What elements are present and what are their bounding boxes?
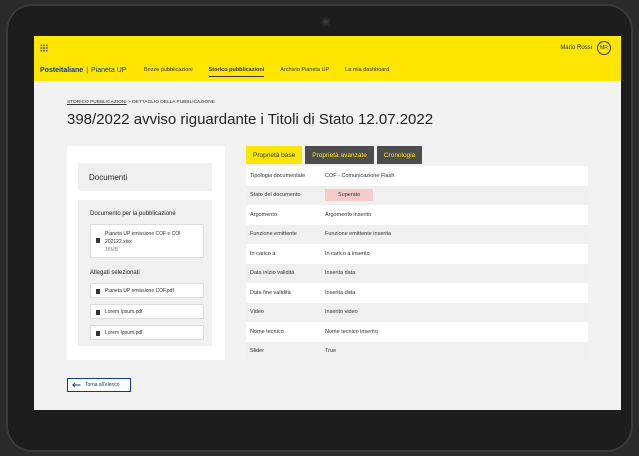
property-value: Inserita data — [325, 289, 356, 296]
property-value: Argomento inserito — [325, 211, 372, 218]
property-key: Nome tecnico — [250, 328, 284, 335]
main-nav: Bozze pubblicazioni Storico pubblicazion… — [144, 67, 389, 77]
breadcrumb-link-storico[interactable]: STORICO PUBBLICAZIONI — [67, 100, 127, 105]
property-key: Argomento — [250, 211, 277, 218]
status-badge: Superato — [325, 189, 374, 202]
attachment-name: Lorem Ipsum.pdf — [105, 330, 143, 336]
brand-logo[interactable]: Posteitaliane | Pianeta UP — [40, 67, 126, 74]
property-value: Nome tecnico inserito — [325, 328, 378, 335]
nav-item-archivio[interactable]: Archivio Pianeta UP — [280, 67, 329, 77]
property-value: Inserita data — [325, 270, 356, 277]
file-icon — [96, 289, 100, 294]
tab-proprieta-base[interactable]: Proprietà base — [246, 146, 303, 164]
property-value: COF - Comunicazione Flash — [325, 172, 395, 179]
brand-separator: | — [86, 67, 89, 74]
publication-heading: Documento per la pubblicazione — [90, 211, 176, 217]
brand-name: Posteitaliane — [40, 67, 84, 74]
nav-item-storico[interactable]: Storico pubblicazioni — [208, 67, 265, 77]
tab-cronologia[interactable]: Cronologia — [376, 146, 423, 164]
property-value: True — [325, 348, 337, 355]
property-key: Data fine validità — [250, 289, 291, 296]
property-row: In carico a In carico a inserito — [246, 244, 588, 264]
back-to-list-button[interactable]: Torna all'elenco — [67, 378, 131, 392]
file-icon — [96, 238, 100, 243]
arrow-left-icon — [72, 382, 81, 388]
main-file-card[interactable]: Pianeta UP emissione COF e COI 202122.xl… — [90, 224, 204, 258]
nav-item-bozze[interactable]: Bozze pubblicazioni — [144, 67, 193, 77]
file-icon — [96, 310, 100, 315]
property-key: Slider — [250, 348, 265, 355]
main-file-size: 15MB — [105, 247, 119, 253]
documents-header: Documenti — [78, 163, 212, 191]
attachment-name: Lorem Ipsum.pdf — [105, 309, 143, 315]
attachment-item[interactable]: Lorem Ipsum.pdf — [90, 325, 204, 340]
property-row: Funzione emittente Funzione emittente ins… — [246, 224, 588, 244]
property-row: Argomento Argomento inserito — [246, 205, 588, 225]
properties-tabs: Proprietà base Proprietà avanzate Cronol… — [246, 146, 423, 164]
property-key: Data inizio validità — [250, 270, 295, 277]
property-row: Data inizio validità Inserita data — [246, 263, 588, 283]
page-title: 398/2022 avviso riguardante i Titoli di … — [67, 111, 434, 128]
property-key: Funzione emittente — [250, 231, 297, 238]
property-value: Inserito video — [325, 309, 358, 316]
user-name: Mario Rossi — [560, 45, 592, 51]
nav-item-dashboard[interactable]: La mia dashboard — [345, 67, 389, 77]
tab-proprieta-avanzate[interactable]: Proprietà avanzate — [305, 146, 374, 164]
avatar[interactable]: MR — [597, 41, 611, 55]
tablet-frame: Mario Rossi MR Posteitaliane | Pianeta U… — [6, 4, 633, 452]
breadcrumb: STORICO PUBBLICAZIONI > DETTAGLIO DELLA … — [67, 100, 215, 105]
top-bar: Mario Rossi MR Posteitaliane | Pianeta U… — [34, 36, 621, 81]
property-key: Video — [250, 309, 264, 316]
apps-grid-icon[interactable] — [40, 44, 48, 52]
breadcrumb-current: DETTAGLIO DELLA PUBBLICAZIONE — [132, 100, 215, 105]
main-file-name-line2: 202122.xlsx — [105, 239, 132, 245]
property-row: Stato del documento Superato — [246, 185, 588, 205]
documents-panel: Documenti Documento per la pubblicazione… — [67, 146, 225, 360]
attachment-item[interactable]: Lorem Ipsum.pdf — [90, 304, 204, 319]
property-row: Tipologia documentale COF - Comunicazione… — [246, 166, 588, 186]
attachment-item[interactable]: Pianeta UP emissione COF.pdf — [90, 283, 204, 298]
back-button-label: Torna all'elenco — [85, 382, 120, 388]
property-key: Tipologia documentale — [250, 172, 306, 179]
properties-table: Tipologia documentale COF - Comunicazione… — [246, 166, 588, 361]
camera — [322, 18, 330, 26]
user-menu[interactable]: Mario Rossi MR — [560, 41, 611, 55]
property-key: In carico a — [250, 250, 276, 257]
property-value: Funzione emittente inserita — [325, 231, 392, 238]
property-row: Video Inserito video — [246, 302, 588, 322]
property-key: Stato del documento — [250, 192, 301, 199]
property-value: In carico a inserito — [325, 250, 370, 257]
app-name: Pianeta UP — [91, 67, 127, 74]
main-file-name-line1: Pianeta UP emissione COF e COI — [105, 231, 181, 237]
property-row: Nome tecnico Nome tecnico inserito — [246, 322, 588, 342]
attachment-name: Pianeta UP emissione COF.pdf — [105, 288, 174, 294]
app-screen: Mario Rossi MR Posteitaliane | Pianeta U… — [34, 36, 621, 410]
publication-box: Documento per la pubblicazione Pianeta U… — [78, 200, 212, 346]
file-icon — [96, 331, 100, 336]
attachments-heading: Allegati selezionati — [90, 270, 140, 276]
property-row: Slider True — [246, 341, 588, 361]
property-row: Data fine validità Inserita data — [246, 283, 588, 303]
documents-title: Documenti — [89, 173, 128, 182]
main-file-name: Pianeta UP emissione COF e COI 202122.xl… — [105, 230, 181, 254]
